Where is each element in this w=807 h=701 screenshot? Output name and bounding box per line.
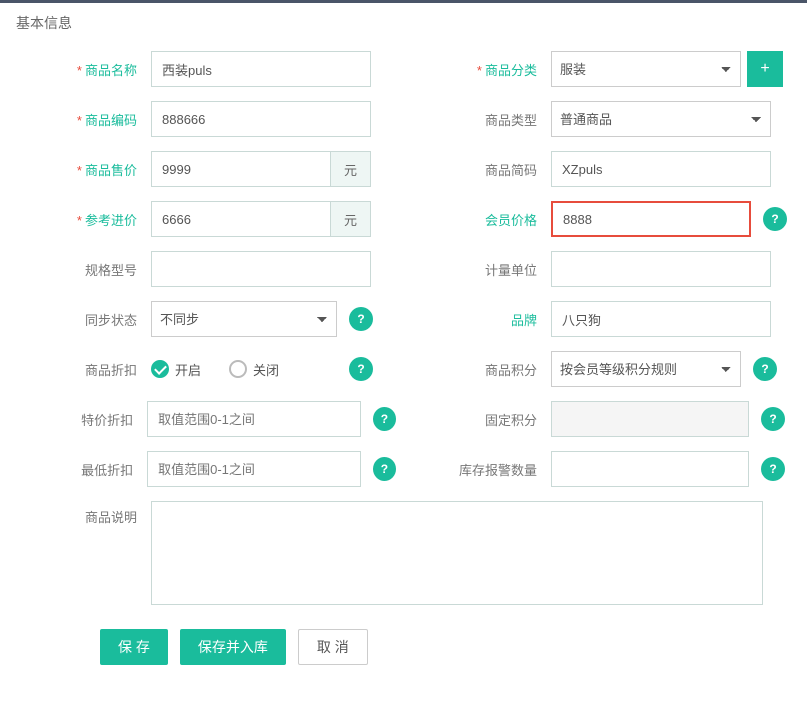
radio-icon xyxy=(229,360,247,378)
label-brand: 品牌 xyxy=(416,310,551,329)
yuan-suffix: 元 xyxy=(331,151,371,187)
check-icon xyxy=(151,360,169,378)
label-desc: 商品说明 xyxy=(16,501,151,526)
section-title: 基本信息 xyxy=(0,3,807,51)
form: *商品名称 *商品分类 服装 + *商品编码 商品类型 普通商品 *商品售价 xyxy=(0,51,807,701)
help-icon[interactable]: ? xyxy=(763,207,787,231)
sync-select[interactable]: 不同步 xyxy=(151,301,337,337)
label-sale-price: *商品售价 xyxy=(16,160,151,179)
label-fixed-points: 固定积分 xyxy=(416,410,551,429)
help-icon[interactable]: ? xyxy=(349,357,373,381)
category-select[interactable]: 服装 xyxy=(551,51,741,87)
label-short-code: 商品简码 xyxy=(416,160,551,179)
label-ref-price: *参考进价 xyxy=(16,210,151,229)
help-icon[interactable]: ? xyxy=(349,307,373,331)
label-sync: 同步状态 xyxy=(16,310,151,329)
cancel-button[interactable]: 取 消 xyxy=(298,629,368,665)
label-special-discount: 特价折扣 xyxy=(16,410,147,429)
help-icon[interactable]: ? xyxy=(373,407,396,431)
yuan-suffix-2: 元 xyxy=(331,201,371,237)
radio-on[interactable]: 开启 xyxy=(151,360,201,379)
label-type: 商品类型 xyxy=(416,110,551,129)
help-icon[interactable]: ? xyxy=(761,407,785,431)
label-member-price: 会员价格 xyxy=(416,210,551,229)
label-points: 商品积分 xyxy=(416,360,551,379)
product-name-input[interactable] xyxy=(151,51,371,87)
points-select[interactable]: 按会员等级积分规则 xyxy=(551,351,741,387)
discount-radio-group: 开启 关闭 xyxy=(151,360,337,379)
page: 基本信息 *商品名称 *商品分类 服装 + *商品编码 商品类型 普通商品 xyxy=(0,0,807,701)
member-price-input[interactable] xyxy=(551,201,751,237)
add-category-button[interactable]: + xyxy=(747,51,783,87)
label-product-name: *商品名称 xyxy=(16,60,151,79)
min-discount-input[interactable] xyxy=(147,451,361,487)
label-product-code: *商品编码 xyxy=(16,110,151,129)
actions: 保 存 保存并入库 取 消 xyxy=(16,619,791,685)
label-unit: 计量单位 xyxy=(416,260,551,279)
label-category: *商品分类 xyxy=(416,60,551,79)
label-discount: 商品折扣 xyxy=(16,360,151,379)
stock-alert-input[interactable] xyxy=(551,451,749,487)
short-code-input[interactable] xyxy=(551,151,771,187)
save-stock-button[interactable]: 保存并入库 xyxy=(180,629,286,665)
product-code-input[interactable] xyxy=(151,101,371,137)
radio-off[interactable]: 关闭 xyxy=(229,360,279,379)
type-select[interactable]: 普通商品 xyxy=(551,101,771,137)
fixed-points-input[interactable] xyxy=(551,401,749,437)
desc-textarea[interactable] xyxy=(151,501,763,605)
spec-input[interactable] xyxy=(151,251,371,287)
save-button[interactable]: 保 存 xyxy=(100,629,168,665)
special-discount-input[interactable] xyxy=(147,401,361,437)
unit-input[interactable] xyxy=(551,251,771,287)
label-min-discount: 最低折扣 xyxy=(16,460,147,479)
sale-price-input[interactable] xyxy=(151,151,331,187)
label-stock-alert: 库存报警数量 xyxy=(416,460,551,479)
help-icon[interactable]: ? xyxy=(753,357,777,381)
help-icon[interactable]: ? xyxy=(373,457,396,481)
ref-price-input[interactable] xyxy=(151,201,331,237)
brand-input[interactable] xyxy=(551,301,771,337)
help-icon[interactable]: ? xyxy=(761,457,785,481)
plus-icon: + xyxy=(760,60,769,78)
label-spec: 规格型号 xyxy=(16,260,151,279)
